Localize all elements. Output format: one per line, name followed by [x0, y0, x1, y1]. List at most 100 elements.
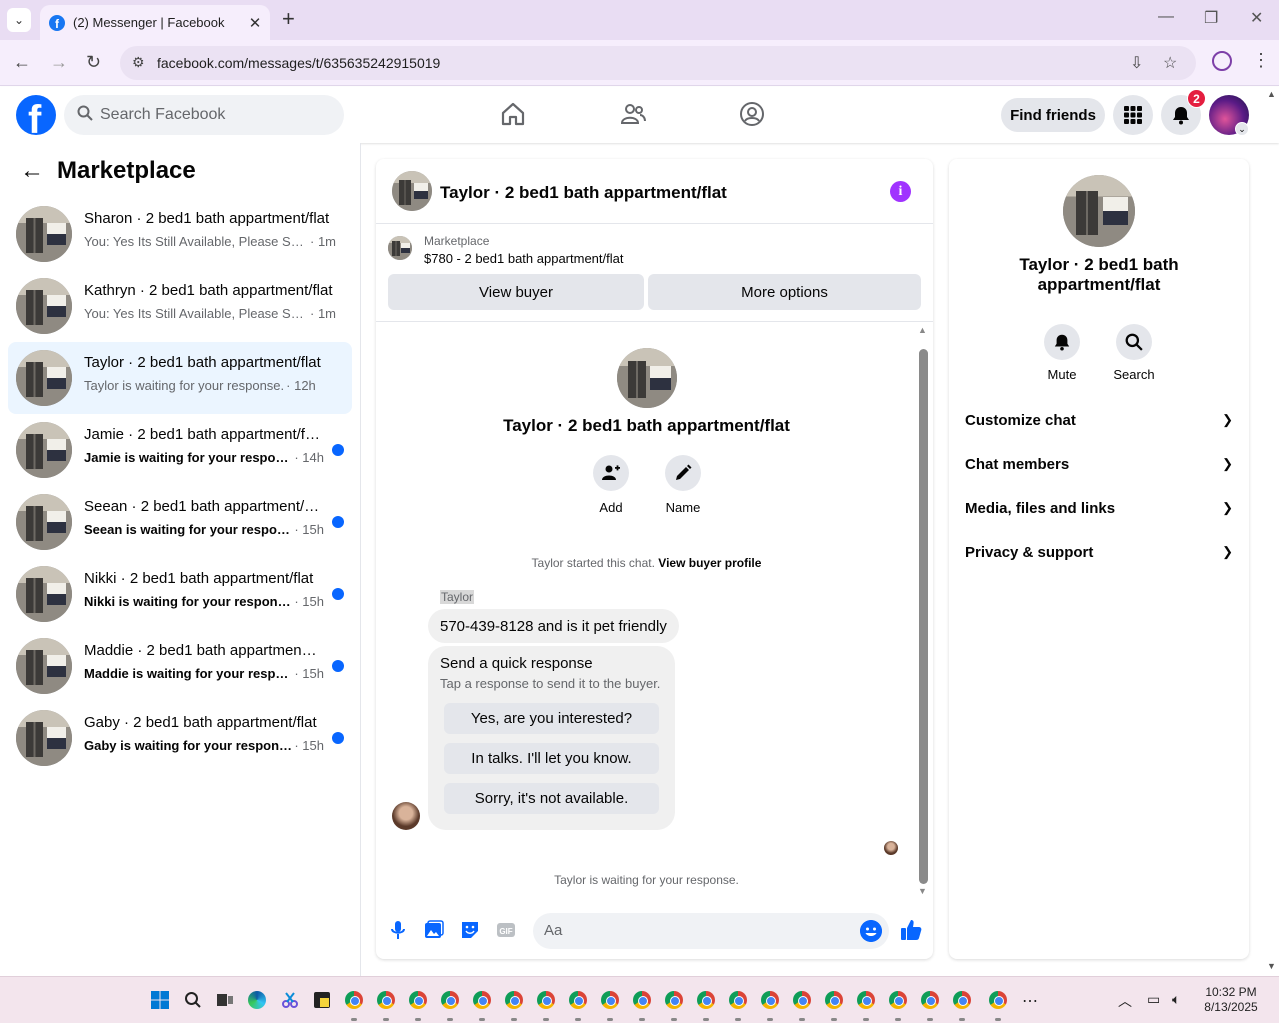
tray-chevron-icon[interactable]: ︿: [1118, 991, 1132, 1011]
home-icon[interactable]: [500, 101, 526, 127]
taskbar-clock[interactable]: 10:32 PM 8/13/2025: [1196, 985, 1266, 1015]
edge-icon[interactable]: [248, 991, 266, 1009]
customize-chat-section[interactable]: Customize chat ❯: [965, 398, 1233, 442]
photo-icon[interactable]: [423, 919, 445, 941]
bookmark-star-icon[interactable]: ☆: [1163, 53, 1177, 73]
chrome-taskbar-icon[interactable]: [921, 991, 939, 1009]
facebook-search-input[interactable]: Search Facebook: [64, 95, 344, 135]
back-arrow-icon[interactable]: ←: [20, 157, 48, 185]
message-input[interactable]: Aa: [533, 913, 889, 949]
browser-menu-icon[interactable]: ⋮: [1252, 50, 1270, 71]
install-app-icon[interactable]: ⇩: [1130, 53, 1143, 73]
chrome-taskbar-icon[interactable]: [505, 991, 523, 1009]
scroll-down-icon[interactable]: ▼: [918, 886, 927, 896]
view-buyer-profile-link[interactable]: View buyer profile: [658, 556, 761, 570]
tab-close-icon[interactable]: ✕: [246, 14, 264, 32]
view-buyer-button[interactable]: View buyer: [388, 274, 644, 310]
account-chevron-icon[interactable]: ⌄: [1235, 122, 1249, 136]
quick-response-button[interactable]: Yes, are you interested?: [444, 703, 659, 734]
thumbs-up-icon[interactable]: [899, 918, 923, 942]
sender-avatar[interactable]: [392, 802, 420, 830]
microphone-icon[interactable]: [387, 919, 409, 941]
name-chat-button[interactable]: Name: [653, 455, 713, 515]
chat-header-thumbnail[interactable]: [392, 171, 432, 211]
chrome-taskbar-icon[interactable]: [441, 991, 459, 1009]
conversation-item[interactable]: Gaby · 2 bed1 bath appartment/flat Gaby i…: [8, 702, 352, 774]
snipping-tool-icon[interactable]: [281, 991, 299, 1009]
search-in-chat-button[interactable]: Search: [1104, 324, 1164, 382]
address-bar[interactable]: ⚙ facebook.com/messages/t/63563524291501…: [120, 46, 1196, 80]
media-files-links-section[interactable]: Media, files and links ❯: [965, 486, 1233, 530]
reload-icon[interactable]: ↻: [86, 52, 101, 73]
chrome-taskbar-icon[interactable]: [665, 991, 683, 1009]
chat-header-title[interactable]: Taylor · 2 bed1 bath appartment/flat: [440, 183, 727, 203]
chrome-taskbar-icon[interactable]: [377, 991, 395, 1009]
chrome-taskbar-icon[interactable]: [345, 991, 363, 1009]
chrome-taskbar-icon[interactable]: [953, 991, 971, 1009]
windows-start-icon[interactable]: [151, 991, 169, 1009]
chrome-taskbar-icon[interactable]: [473, 991, 491, 1009]
chrome-taskbar-icon[interactable]: [889, 991, 907, 1009]
emoji-icon[interactable]: [860, 920, 882, 942]
browser-tab[interactable]: f (2) Messenger | Facebook ✕: [40, 5, 270, 40]
chrome-taskbar-icon[interactable]: [569, 991, 587, 1009]
network-icon[interactable]: ▭: [1147, 991, 1160, 1008]
chrome-taskbar-icon[interactable]: [537, 991, 555, 1009]
menu-grid-button[interactable]: [1113, 95, 1153, 135]
terminal-app-icon[interactable]: [313, 991, 331, 1009]
chrome-taskbar-icon[interactable]: [729, 991, 747, 1009]
minimize-icon[interactable]: —: [1158, 8, 1174, 26]
find-friends-button[interactable]: Find friends: [1001, 98, 1105, 132]
chrome-taskbar-icon[interactable]: [409, 991, 427, 1009]
gif-icon[interactable]: GIF: [495, 919, 517, 941]
scroll-up-icon[interactable]: ▲: [918, 325, 927, 335]
back-icon[interactable]: ←: [13, 52, 31, 73]
chat-members-section[interactable]: Chat members ❯: [965, 442, 1233, 486]
mute-button[interactable]: Mute: [1032, 324, 1092, 382]
info-icon[interactable]: i: [890, 181, 911, 202]
tab-search-button[interactable]: ⌄: [7, 8, 31, 32]
new-tab-button[interactable]: +: [282, 8, 295, 30]
listing-thumbnail[interactable]: [388, 236, 412, 260]
conversation-item[interactable]: Taylor · 2 bed1 bath appartment/flat Tayl…: [8, 342, 352, 414]
scroll-down-icon[interactable]: ▼: [1267, 961, 1276, 971]
facebook-logo-icon[interactable]: f: [16, 95, 56, 135]
conversation-item[interactable]: Seean · 2 bed1 bath appartment/flat Seean…: [8, 486, 352, 558]
chrome-taskbar-icon[interactable]: [989, 991, 1007, 1009]
conversation-item[interactable]: Kathryn · 2 bed1 bath appartment/flat You…: [8, 270, 352, 342]
chrome-taskbar-icon[interactable]: [697, 991, 715, 1009]
incoming-message[interactable]: 570-439-8128 and is it pet friendly: [428, 609, 679, 643]
details-avatar[interactable]: [1063, 175, 1135, 247]
taskbar-overflow-icon[interactable]: ⋯: [1022, 991, 1038, 1011]
browser-profile-icon[interactable]: [1212, 51, 1232, 71]
chrome-taskbar-icon[interactable]: [601, 991, 619, 1009]
quick-response-button[interactable]: Sorry, it's not available.: [444, 783, 659, 814]
conversation-item[interactable]: Sharon · 2 bed1 bath appartment/flat You:…: [8, 198, 352, 270]
conversation-item[interactable]: Nikki · 2 bed1 bath appartment/flat Nikki…: [8, 558, 352, 630]
listing-price[interactable]: $780 - 2 bed1 bath appartment/flat: [424, 251, 623, 266]
chrome-taskbar-icon[interactable]: [633, 991, 651, 1009]
chrome-taskbar-icon[interactable]: [825, 991, 843, 1009]
quick-response-button[interactable]: In talks. I'll let you know.: [444, 743, 659, 774]
chrome-taskbar-icon[interactable]: [793, 991, 811, 1009]
page-scrollbar[interactable]: ▲ ▼: [1266, 87, 1279, 976]
chrome-taskbar-icon[interactable]: [857, 991, 875, 1009]
scroll-up-icon[interactable]: ▲: [1267, 89, 1276, 99]
task-view-icon[interactable]: [216, 991, 234, 1009]
more-options-button[interactable]: More options: [648, 274, 921, 310]
sticker-icon[interactable]: [459, 919, 481, 941]
site-info-icon[interactable]: ⚙: [132, 54, 145, 71]
volume-icon[interactable]: 🔈︎: [1172, 991, 1180, 1008]
restore-icon[interactable]: ❐: [1204, 8, 1218, 28]
friends-icon[interactable]: [620, 101, 646, 127]
forward-icon[interactable]: →: [50, 52, 68, 73]
taskbar-search-icon[interactable]: [184, 991, 202, 1009]
conversation-item[interactable]: Jamie · 2 bed1 bath appartment/flat Jamie…: [8, 414, 352, 486]
privacy-support-section[interactable]: Privacy & support ❯: [965, 530, 1233, 574]
window-close-icon[interactable]: ✕: [1250, 8, 1263, 28]
chat-scrollbar[interactable]: [919, 349, 928, 884]
chrome-taskbar-icon[interactable]: [761, 991, 779, 1009]
add-people-button[interactable]: Add: [581, 455, 641, 515]
conversation-item[interactable]: Maddie · 2 bed1 bath appartment/flat Madd…: [8, 630, 352, 702]
groups-icon[interactable]: [739, 101, 765, 127]
